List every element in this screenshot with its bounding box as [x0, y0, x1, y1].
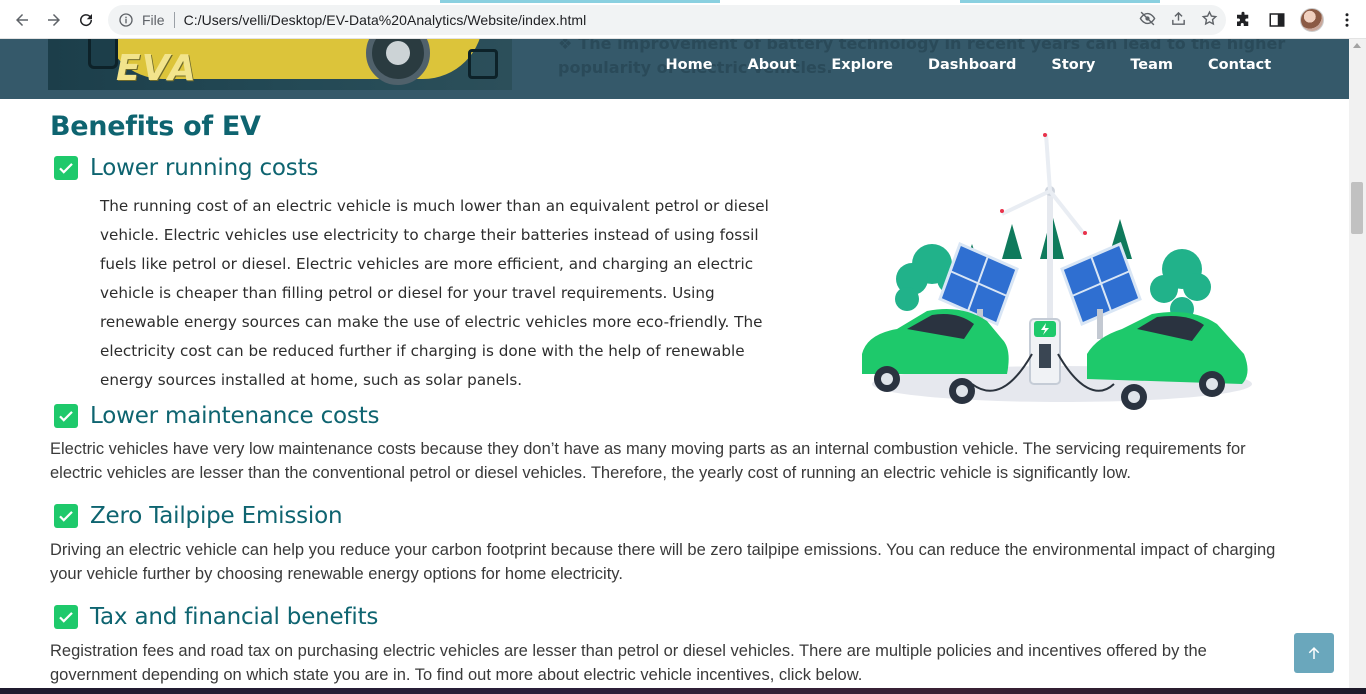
- eye-off-icon[interactable]: [1139, 10, 1156, 27]
- benefit-title: Lower maintenance costs: [90, 403, 380, 429]
- diamond-bullet-icon: ❖: [558, 39, 573, 53]
- tab-strip-accent: [960, 0, 1160, 3]
- check-icon: [54, 156, 78, 180]
- url-text[interactable]: C:/Users/velli/Desktop/EV-Data%20Analyti…: [184, 12, 587, 28]
- benefit-text: Electric vehicles have very low maintena…: [50, 440, 1246, 482]
- ev-charging-illustration: [862, 133, 1252, 410]
- benefit-title: Zero Tailpipe Emission: [90, 503, 343, 529]
- back-to-top-button[interactable]: [1294, 633, 1334, 673]
- address-bar[interactable]: File C:/Users/velli/Desktop/EV-Data%20An…: [108, 5, 1226, 35]
- profile-avatar[interactable]: [1300, 8, 1324, 32]
- benefit-title: Lower running costs: [90, 155, 319, 181]
- scrollbar-thumb[interactable]: [1351, 182, 1363, 234]
- benefit-heading: Zero Tailpipe Emission: [54, 503, 343, 529]
- nav-explore[interactable]: Explore: [814, 57, 911, 73]
- page-scrollbar[interactable]: [1349, 39, 1366, 688]
- nav-dashboard[interactable]: Dashboard: [910, 57, 1033, 73]
- menu-dots-icon: [1345, 13, 1349, 27]
- site-header: EVA ❖ The improvement of battery technolo…: [0, 39, 1349, 99]
- check-icon: [54, 605, 78, 629]
- back-button[interactable]: [6, 4, 38, 36]
- info-icon[interactable]: [118, 12, 134, 28]
- hero-charger: [88, 39, 118, 69]
- nav-team[interactable]: Team: [1113, 57, 1191, 73]
- star-icon[interactable]: [1201, 10, 1218, 27]
- nav-story[interactable]: Story: [1034, 57, 1113, 73]
- main-nav: Home About Explore Dashboard Story Team …: [648, 57, 1289, 73]
- hero-plug: [468, 49, 498, 79]
- sidebar-icon: [1269, 13, 1285, 27]
- address-separator: [173, 12, 175, 28]
- benefit-text: Registration fees and road tax on purcha…: [50, 642, 1207, 684]
- nav-about[interactable]: About: [730, 57, 814, 73]
- nav-home[interactable]: Home: [648, 57, 730, 73]
- share-icon[interactable]: [1170, 10, 1187, 27]
- extensions-button[interactable]: [1232, 9, 1254, 31]
- benefit-heading: Lower running costs: [54, 155, 318, 181]
- puzzle-icon: [1237, 11, 1249, 26]
- site-logo[interactable]: EVA: [116, 48, 197, 89]
- nav-contact[interactable]: Contact: [1191, 57, 1289, 73]
- desktop-taskbar-edge: [0, 688, 1366, 694]
- browser-toolbar: File C:/Users/velli/Desktop/EV-Data%20An…: [0, 0, 1366, 39]
- benefit-text: Driving an electric vehicle can help you…: [50, 541, 1276, 583]
- arrow-up-icon: [1308, 647, 1320, 659]
- section-title: Benefits of EV: [50, 111, 261, 142]
- forward-button[interactable]: [38, 4, 70, 36]
- check-icon: [54, 504, 78, 528]
- scroll-up-arrow-icon[interactable]: [1353, 43, 1361, 48]
- check-icon: [54, 404, 78, 428]
- reload-icon: [80, 14, 93, 27]
- reload-button[interactable]: [70, 4, 102, 36]
- file-scheme-label: File: [142, 12, 165, 28]
- benefit-heading: Tax and financial benefits: [54, 604, 378, 630]
- side-panel-button[interactable]: [1266, 9, 1288, 31]
- forward-arrow-icon: [48, 14, 60, 26]
- back-arrow-icon: [16, 14, 28, 26]
- benefit-heading: Lower maintenance costs: [54, 403, 380, 429]
- benefit-title: Tax and financial benefits: [90, 604, 379, 630]
- browser-menu-button[interactable]: [1336, 9, 1358, 31]
- benefits-section: Benefits of EV Lower running costs The r…: [0, 99, 1349, 694]
- tab-strip-accent: [440, 0, 720, 3]
- benefit-text: The running cost of an electric vehicle …: [100, 197, 769, 389]
